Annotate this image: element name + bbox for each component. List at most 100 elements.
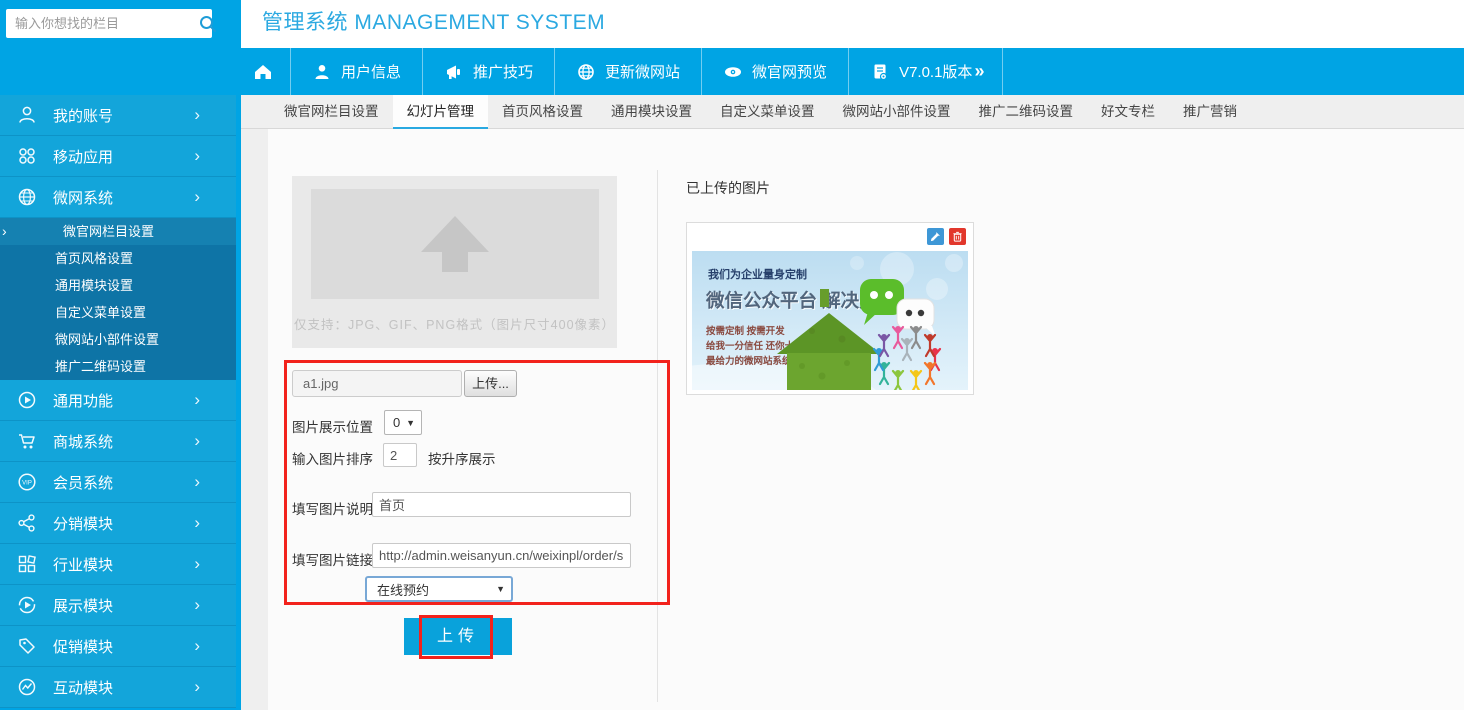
play-circle-icon bbox=[16, 389, 38, 411]
column-divider bbox=[657, 170, 658, 702]
upload-submit-button[interactable]: 上传 bbox=[404, 618, 512, 655]
globe-icon bbox=[576, 62, 596, 82]
link-input[interactable] bbox=[372, 543, 631, 568]
tab-qrcode-settings[interactable]: 推广二维码设置 bbox=[965, 95, 1088, 129]
chevron-right-icon: › bbox=[194, 554, 200, 574]
tab-custom-menu-settings[interactable]: 自定义菜单设置 bbox=[706, 95, 829, 129]
submenu-item-general-module-settings[interactable]: 通用模块设置 bbox=[0, 272, 236, 299]
submenu-item-label: 微官网栏目设置 bbox=[63, 224, 154, 239]
tab-home-style-settings[interactable]: 首页风格设置 bbox=[488, 95, 597, 129]
search-input[interactable] bbox=[6, 16, 197, 31]
management-system-app: 我的账号 › 移动应用 › 微网系统 › ›微官网栏目设置 首页风格设置 通用模… bbox=[0, 0, 1464, 710]
uploaded-banner-image[interactable]: 我们为企业量身定制 微信公众平台 解决方案 微信公众平台 解决方案 按需定制 按… bbox=[692, 251, 968, 390]
sidebar-item-micro-site-system[interactable]: 微网系统 › bbox=[0, 177, 236, 218]
sidebar-item-mobile-apps[interactable]: 移动应用 › bbox=[0, 136, 236, 177]
nav-item-version[interactable]: V7.0.1版本 » bbox=[849, 48, 1003, 95]
link-target-select[interactable]: 在线预约 ▼ bbox=[365, 576, 513, 602]
content-card: 仅支持：JPG、GIF、PNG格式（图片尺寸400像素） a1.jpg 上传..… bbox=[268, 129, 1464, 710]
tab-slideshow-management[interactable]: 幻灯片管理 bbox=[393, 95, 489, 129]
sidebar-item-interactive-module[interactable]: 互动模块 › bbox=[0, 667, 236, 708]
share-icon bbox=[16, 512, 38, 534]
tab-label: 通用模块设置 bbox=[611, 104, 692, 119]
sidebar-submenu: ›微官网栏目设置 首页风格设置 通用模块设置 自定义菜单设置 微网站小部件设置 … bbox=[0, 218, 236, 380]
sidebar-item-my-account[interactable]: 我的账号 › bbox=[0, 95, 236, 136]
sidebar-item-mall-system[interactable]: 商城系统 › bbox=[0, 421, 236, 462]
submenu-item-home-style-settings[interactable]: 首页风格设置 bbox=[0, 245, 236, 272]
search-icon[interactable] bbox=[197, 13, 219, 35]
position-select[interactable]: 0 ▼ bbox=[384, 410, 422, 435]
tab-widget-settings[interactable]: 微网站小部件设置 bbox=[829, 95, 965, 129]
tab-label: 微官网栏目设置 bbox=[284, 104, 379, 119]
tab-label: 推广营销 bbox=[1183, 104, 1237, 119]
sidebar-item-display-module[interactable]: 展示模块 › bbox=[0, 585, 236, 626]
grid-icon bbox=[16, 553, 38, 575]
tab-label: 微网站小部件设置 bbox=[843, 104, 951, 119]
edit-icon[interactable] bbox=[927, 228, 944, 245]
tab-label: 首页风格设置 bbox=[502, 104, 583, 119]
submenu-item-label: 首页风格设置 bbox=[55, 251, 133, 266]
page-title: 管理系统 MANAGEMENT SYSTEM bbox=[262, 6, 605, 36]
dropdown-arrow-icon: ▼ bbox=[496, 584, 511, 594]
nav-item-label: 微官网预览 bbox=[752, 61, 827, 82]
sidebar-item-label: 我的账号 bbox=[53, 105, 194, 126]
nav-item-microsite-preview[interactable]: 微官网预览 bbox=[702, 48, 849, 95]
tab-general-module-settings[interactable]: 通用模块设置 bbox=[597, 95, 706, 129]
tab-label: 好文专栏 bbox=[1101, 104, 1155, 119]
nav-item-user-info[interactable]: 用户信息 bbox=[291, 48, 423, 95]
sidebar-item-label: 促销模块 bbox=[53, 636, 194, 657]
sidebar-item-promotion-module[interactable]: 促销模块 › bbox=[0, 626, 236, 667]
sidebar-item-general-functions[interactable]: 通用功能 › bbox=[0, 380, 236, 421]
tab-bar: 微官网栏目设置 幻灯片管理 首页风格设置 通用模块设置 自定义菜单设置 微网站小… bbox=[241, 95, 1464, 129]
sidebar-search-row bbox=[0, 0, 236, 47]
chart-icon bbox=[16, 676, 38, 698]
chevron-right-icon: › bbox=[194, 105, 200, 125]
tag-icon bbox=[16, 635, 38, 657]
description-label: 填写图片说明 bbox=[292, 498, 373, 518]
svg-text:VIP: VIP bbox=[22, 481, 32, 487]
home-icon bbox=[252, 61, 274, 83]
nav-item-label: 更新微网站 bbox=[605, 61, 680, 82]
description-input[interactable] bbox=[372, 492, 631, 517]
image-upload-dropzone[interactable]: 仅支持：JPG、GIF、PNG格式（图片尺寸400像素） bbox=[292, 176, 617, 348]
tab-site-column-settings[interactable]: 微官网栏目设置 bbox=[270, 95, 393, 129]
cart-icon bbox=[16, 430, 38, 452]
submenu-item-label: 推广二维码设置 bbox=[55, 359, 146, 374]
chevron-right-icon: › bbox=[194, 431, 200, 451]
sidebar-item-member-system[interactable]: VIP 会员系统 › bbox=[0, 462, 236, 503]
tab-promotion-marketing[interactable]: 推广营销 bbox=[1169, 95, 1251, 129]
user-icon bbox=[16, 104, 38, 126]
link-label: 填写图片链接 bbox=[292, 549, 373, 569]
nav-item-update-microsite[interactable]: 更新微网站 bbox=[555, 48, 702, 95]
submenu-item-site-column-settings[interactable]: ›微官网栏目设置 bbox=[0, 218, 236, 245]
submenu-item-custom-menu-settings[interactable]: 自定义菜单设置 bbox=[0, 299, 236, 326]
file-name-field[interactable]: a1.jpg bbox=[292, 370, 462, 397]
banner-line1: 我们为企业量身定制 bbox=[708, 267, 807, 281]
tab-articles-column[interactable]: 好文专栏 bbox=[1087, 95, 1169, 129]
upload-format-hint: 仅支持：JPG、GIF、PNG格式（图片尺寸400像素） bbox=[292, 314, 617, 333]
header: 管理系统 MANAGEMENT SYSTEM bbox=[236, 0, 1464, 48]
order-input[interactable] bbox=[383, 443, 417, 467]
main-content: 微官网栏目设置 幻灯片管理 首页风格设置 通用模块设置 自定义菜单设置 微网站小… bbox=[241, 95, 1464, 710]
chevron-right-icon: › bbox=[194, 472, 200, 492]
sidebar-item-label: 商城系统 bbox=[53, 431, 194, 452]
delete-icon[interactable] bbox=[949, 228, 966, 245]
nav-item-label: 用户信息 bbox=[341, 61, 401, 82]
tab-label: 幻灯片管理 bbox=[407, 104, 475, 119]
apps-icon bbox=[16, 145, 38, 167]
nav-item-label: V7.0.1版本 bbox=[899, 61, 972, 82]
sidebar-item-label: 互动模块 bbox=[53, 677, 194, 698]
submenu-item-widget-settings[interactable]: 微网站小部件设置 bbox=[0, 326, 236, 353]
tab-label: 推广二维码设置 bbox=[979, 104, 1074, 119]
browse-button[interactable]: 上传... bbox=[464, 370, 517, 397]
search-box bbox=[6, 9, 212, 38]
chevron-right-icon: › bbox=[194, 595, 200, 615]
sidebar-item-label: 行业模块 bbox=[53, 554, 194, 575]
nav-item-promotion-tips[interactable]: 推广技巧 bbox=[423, 48, 555, 95]
sidebar-item-distribution-module[interactable]: 分销模块 › bbox=[0, 503, 236, 544]
sidebar-item-industry-module[interactable]: 行业模块 › bbox=[0, 544, 236, 585]
sidebar-item-label: 通用功能 bbox=[53, 390, 194, 411]
chevron-right-icon: › bbox=[194, 636, 200, 656]
nav-item-home[interactable] bbox=[236, 48, 291, 95]
upload-preview-area bbox=[311, 189, 599, 299]
submenu-item-qrcode-settings[interactable]: 推广二维码设置 bbox=[0, 353, 236, 380]
